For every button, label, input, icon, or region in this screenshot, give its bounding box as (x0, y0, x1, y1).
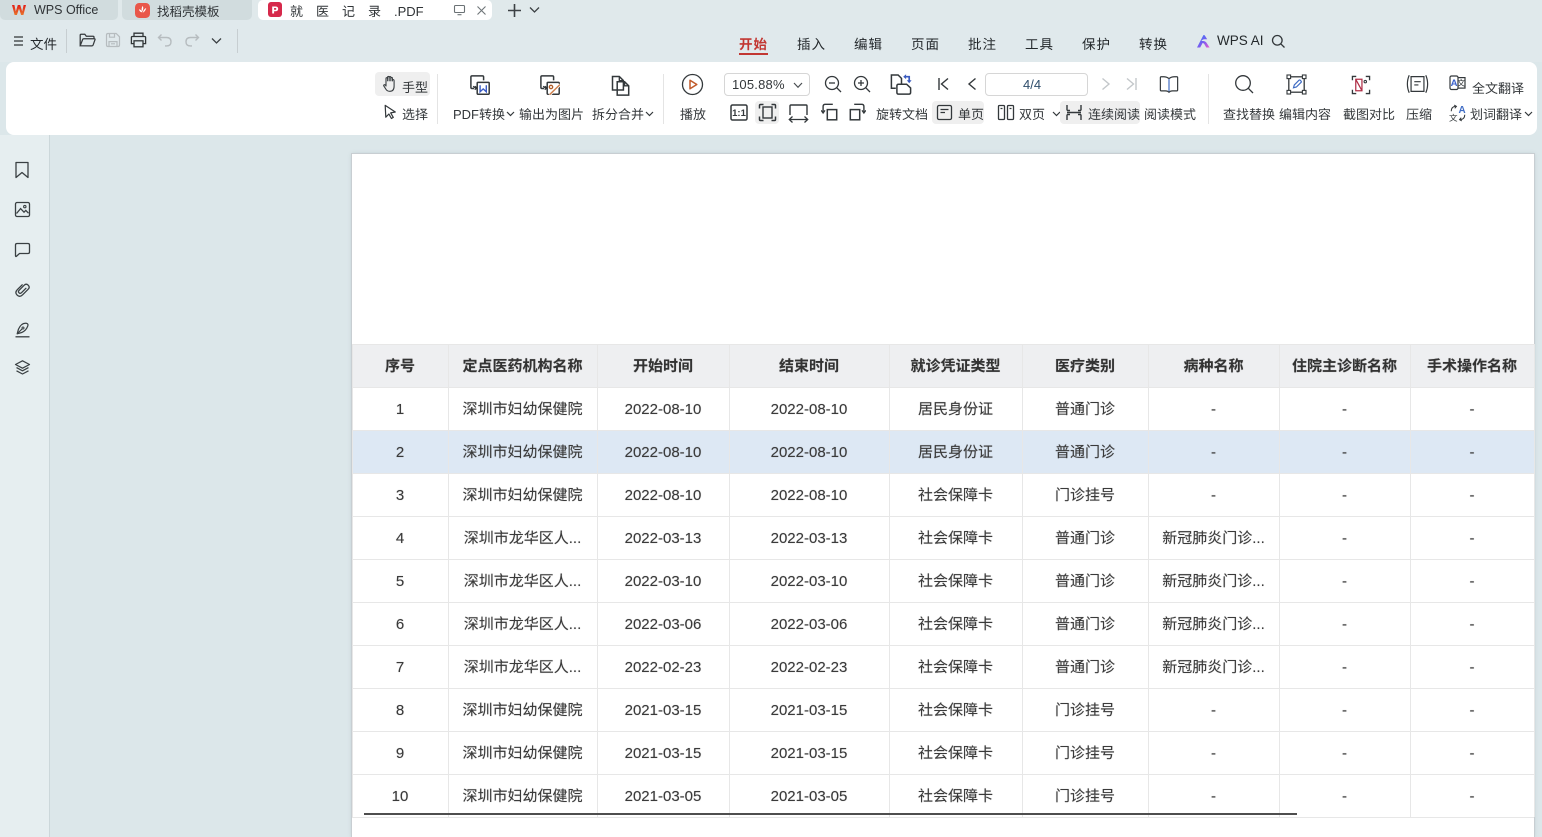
svg-text:A: A (1451, 78, 1458, 89)
svg-text:A: A (1458, 105, 1465, 116)
svg-text:文: 文 (1449, 112, 1458, 122)
svg-text:1:1: 1:1 (732, 108, 746, 119)
